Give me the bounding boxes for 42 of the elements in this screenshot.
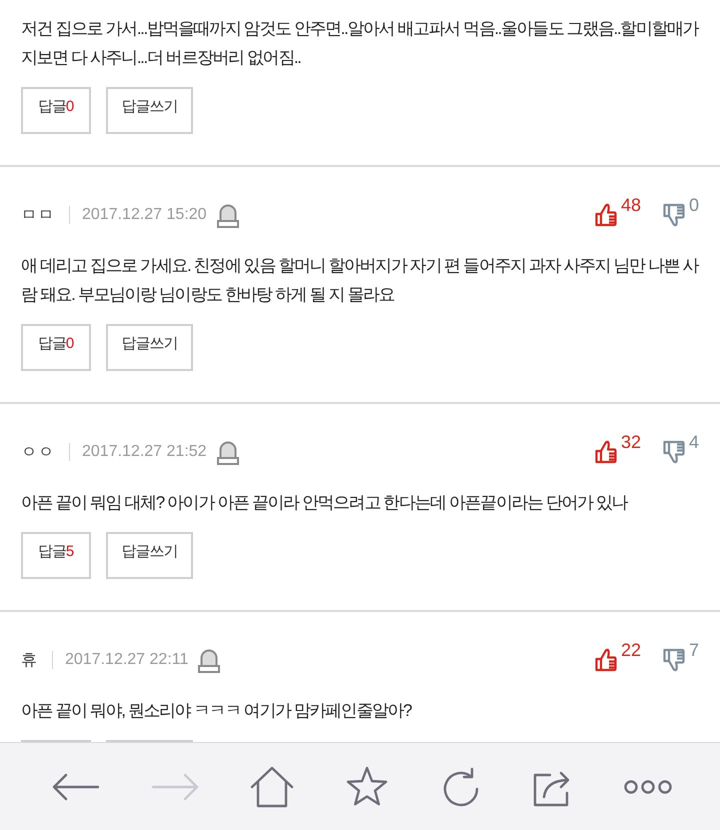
thumbs-up-icon[interactable] [594,648,617,672]
thumbs-down-icon[interactable] [662,203,685,227]
siren-icon[interactable] [198,647,220,673]
comment-text: 아픈 끝이 뭐임 대체? 아이가 아픈 끝이라 안먹으려고 한다는데 아픈끝이라는 단어가 있나 [21,492,629,514]
home-button[interactable] [250,766,294,808]
comment-author: ㅇㅇ [21,442,55,462]
thumbs-up-icon[interactable] [594,203,617,227]
replies-button[interactable]: 답글0 [21,324,91,371]
siren-icon[interactable] [216,202,239,228]
replies-button[interactable]: 답글5 [21,532,91,579]
like-count: 22 [620,640,641,661]
comment-author: ㅁㅁ [21,206,55,226]
star-icon [345,766,390,808]
arrow-left-icon [52,772,100,800]
thumbs-down-icon[interactable] [662,648,685,672]
bookmark-button[interactable] [345,766,390,808]
write-reply-button[interactable]: 답글쓰기 [106,87,193,134]
write-reply-button[interactable]: 답글쓰기 [106,532,193,579]
comment-date: 2017.12.27 21:52 [82,443,207,461]
thumbs-up-icon[interactable] [594,440,617,464]
thumbs-down-icon[interactable] [662,440,685,464]
dislike-count: 0 [688,195,699,216]
more-icon [622,778,673,794]
back-button[interactable] [52,772,100,800]
dislike-count: 4 [688,432,699,453]
refresh-icon [440,766,481,806]
comment-date: 2017.12.27 22:11 [65,651,188,669]
refresh-button[interactable] [440,766,481,806]
comment-text: 아픈 끝이 뭐야, 뭔소리야 ㅋㅋㅋ 여기가 맘카페인줄알아? [21,700,413,722]
like-count: 48 [620,195,641,216]
more-button[interactable] [622,778,673,794]
dislike-count: 7 [688,640,699,661]
comment-date: 2017.12.27 15:20 [82,206,207,224]
siren-icon[interactable] [216,439,239,465]
replies-button[interactable]: 답글0 [21,87,91,134]
comment-author: 휴 [21,650,38,670]
write-reply-button[interactable]: 답글쓰기 [106,324,193,371]
comment-text: 애 데리고 집으로 가세요. 친정에 있음 할머니 할아버지가 자기 편 들어주지 과자 사주지 님만 나쁜 사람 돼요. 부모님이랑 님이랑도 한바탕 하게 될 지 몰라요 [21,255,699,306]
like-count: 32 [620,432,641,453]
home-icon [250,766,294,808]
comment-text: 저건 집으로 가서...밥먹을때까지 암것도 안주면..알아서 배고파서 먹음..울아들도 그랬음..할미할매가 지보면 다 사주니...더 버르장버리 없어짐.. [21,18,699,69]
arrow-right-icon [151,772,200,800]
